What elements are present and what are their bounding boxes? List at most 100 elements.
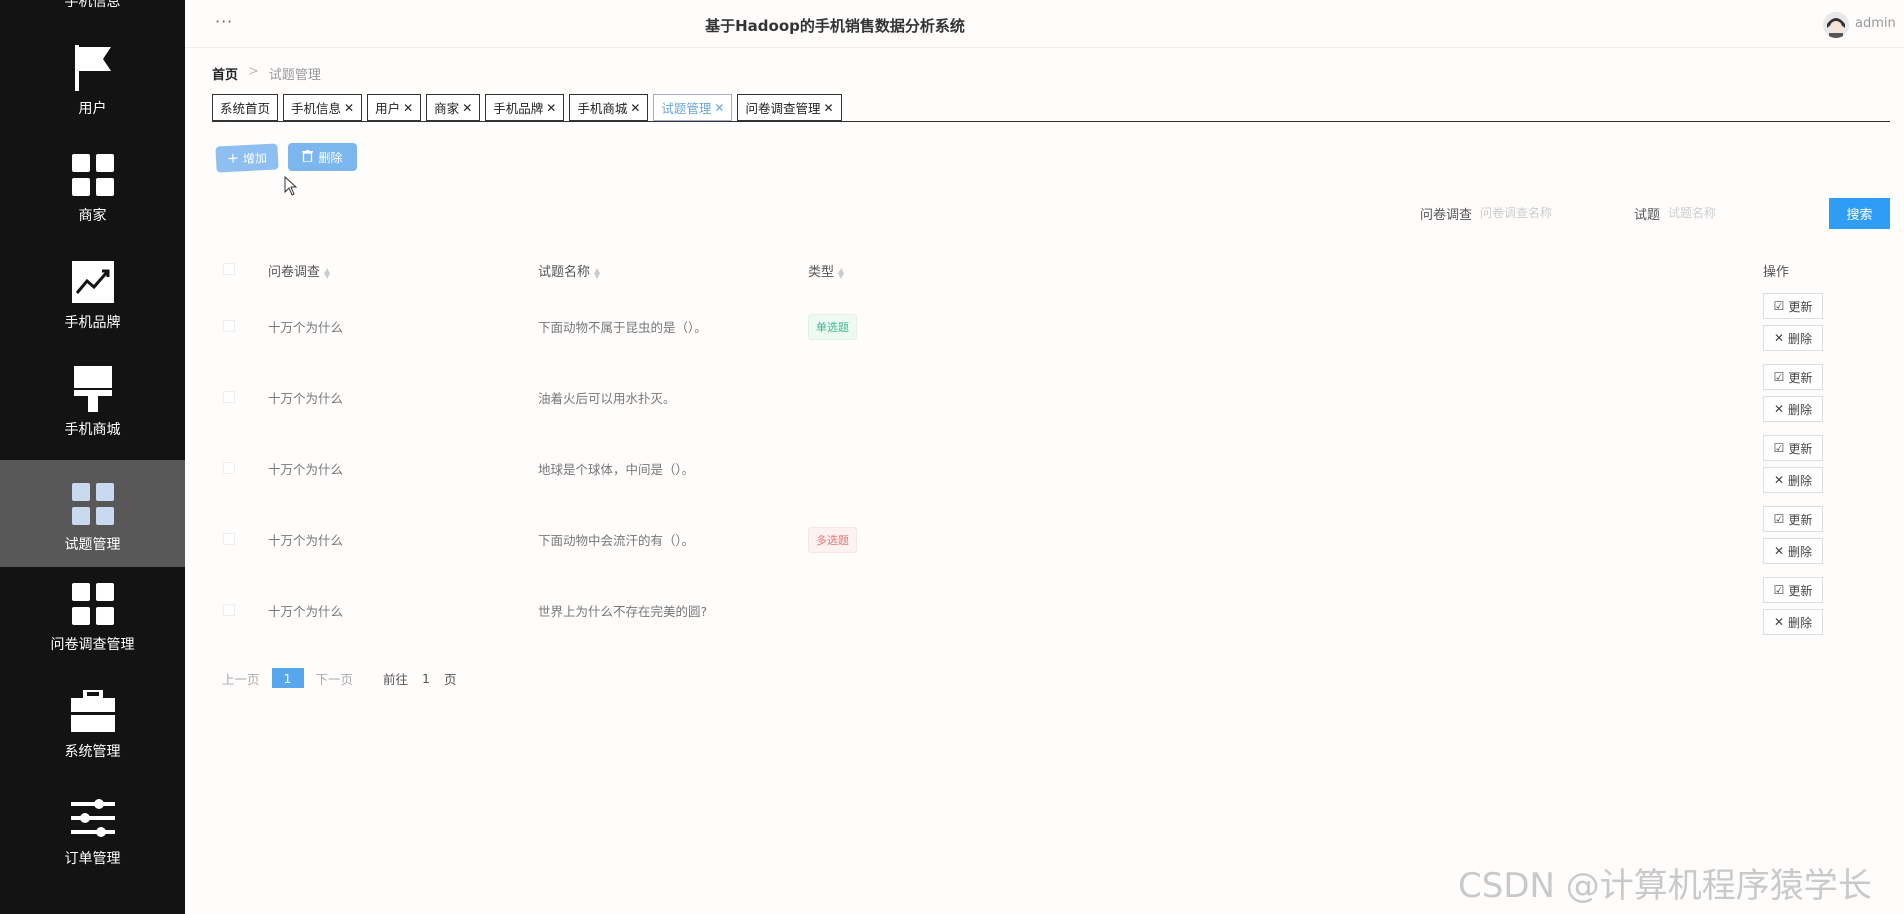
plus-icon: + bbox=[226, 150, 240, 168]
search-button[interactable]: 搜索 bbox=[1829, 198, 1890, 229]
cell-survey: 十万个为什么 bbox=[268, 462, 344, 477]
question-search-input[interactable] bbox=[1668, 198, 1799, 228]
avatar[interactable] bbox=[1823, 12, 1849, 38]
row-checkbox[interactable] bbox=[223, 391, 235, 403]
edit-icon: ☑ bbox=[1773, 370, 1785, 384]
delete-button[interactable]: ✕ 删除 bbox=[1763, 467, 1823, 493]
survey-search-input[interactable] bbox=[1480, 198, 1611, 228]
sidebar-item-merchants[interactable]: 商家 bbox=[0, 131, 185, 238]
close-icon: ✕ bbox=[1773, 331, 1785, 345]
update-button[interactable]: ☑ 更新 bbox=[1763, 577, 1823, 603]
app-title: 基于Hadoop的手机销售数据分析系统 bbox=[705, 17, 965, 35]
row-checkbox[interactable] bbox=[223, 462, 235, 474]
sidebar-item-label: 手机商城 bbox=[64, 422, 121, 438]
update-button[interactable]: ☑ 更新 bbox=[1763, 364, 1823, 390]
add-button[interactable]: + 增加 bbox=[215, 143, 279, 173]
sidebar-item-question-management[interactable]: 试题管理 bbox=[0, 460, 185, 567]
row-checkbox[interactable] bbox=[223, 320, 235, 332]
tab-phone-info[interactable]: 手机信息 ✕ bbox=[283, 94, 363, 121]
tab-phone-brands[interactable]: 手机品牌 ✕ bbox=[485, 94, 565, 121]
sidebar-item-users[interactable]: 用户 bbox=[0, 24, 185, 131]
table-row: 十万个为什么 下面动物不属于昆虫的是（）。 单选题 ☑ 更新 ✕ 删除 bbox=[212, 290, 1890, 361]
column-header-type[interactable]: 类型 ▲ ▼ bbox=[808, 261, 844, 280]
close-icon[interactable]: ✕ bbox=[403, 101, 413, 115]
tab-users[interactable]: 用户 ✕ bbox=[367, 94, 422, 121]
briefcase-icon bbox=[70, 689, 115, 733]
delete-button[interactable]: ✕ 删除 bbox=[1763, 609, 1823, 635]
watermark: CSDN @计算机程序猿学长 bbox=[1458, 866, 1872, 906]
table-row: 十万个为什么 下面动物中会流汗的有（）。 多选题 ☑ 更新 ✕ 删除 bbox=[212, 503, 1890, 574]
question-table: 问卷调查 ▲ ▼ 试题名称 ▲ ▼ 类型 ▲ ▼ 操作 十万个为什么 下面动物不属于昆虫的是… bbox=[212, 248, 1890, 648]
tab-label: 手机商城 bbox=[577, 101, 628, 116]
goto-page-input[interactable]: 1 bbox=[422, 671, 430, 686]
close-icon[interactable]: ✕ bbox=[630, 101, 640, 115]
delete-button[interactable]: ✕ 删除 bbox=[1763, 538, 1823, 564]
cell-question: 油着火后可以用水扑灭。 bbox=[538, 391, 676, 406]
tab-question-management[interactable]: 试题管理 ✕ bbox=[653, 94, 733, 121]
username[interactable]: admin bbox=[1855, 16, 1896, 31]
tab-bar: 系统首页 手机信息 ✕ 用户 ✕ 商家 ✕ 手机品牌 ✕ 手机商城 ✕ 试题管理 ✕ 问卷调… bbox=[212, 94, 1890, 122]
page-number-current[interactable]: 1 bbox=[271, 668, 304, 688]
update-button[interactable]: ☑ 更新 bbox=[1763, 506, 1823, 532]
close-icon: ✕ bbox=[1773, 402, 1785, 416]
breadcrumb-home[interactable]: 首页 bbox=[212, 64, 238, 83]
column-header-survey[interactable]: 问卷调查 ▲ ▼ bbox=[268, 261, 330, 280]
prev-page-button[interactable]: 上一页 bbox=[222, 669, 260, 688]
table-row: 十万个为什么 地球是个球体，中间是（）。 ☑ 更新 ✕ 删除 bbox=[212, 432, 1890, 503]
close-icon[interactable]: ✕ bbox=[546, 101, 556, 115]
sidebar-item-system-management[interactable]: 系统管理 bbox=[0, 667, 185, 774]
sidebar-item-phone-brands[interactable]: 手机品牌 bbox=[0, 238, 185, 345]
batch-delete-button[interactable]: 删除 bbox=[288, 143, 357, 171]
question-search-label: 试题 bbox=[1634, 207, 1661, 223]
survey-search-label: 问卷调查 bbox=[1420, 207, 1473, 223]
page-unit-label: 页 bbox=[444, 671, 457, 687]
cell-survey: 十万个为什么 bbox=[268, 533, 344, 548]
tab-label: 手机信息 bbox=[291, 101, 342, 116]
row-checkbox[interactable] bbox=[223, 604, 235, 616]
tab-home[interactable]: 系统首页 bbox=[212, 94, 279, 121]
delete-button[interactable]: ✕ 删除 bbox=[1763, 325, 1823, 351]
breadcrumb: 首页 > 试题管理 bbox=[212, 64, 321, 83]
cell-question: 地球是个球体，中间是（）。 bbox=[538, 462, 695, 477]
type-tag: 多选题 bbox=[808, 527, 857, 553]
row-checkbox[interactable] bbox=[223, 533, 235, 545]
tab-label: 商家 bbox=[434, 101, 460, 116]
sidebar-item-partial-label[interactable]: 手机信息 bbox=[0, 0, 185, 14]
select-all-checkbox[interactable] bbox=[223, 263, 235, 275]
sliders-icon bbox=[70, 796, 115, 840]
search-bar: 问卷调查 试题 bbox=[1420, 198, 1822, 228]
cell-question: 下面动物中会流汗的有（）。 bbox=[538, 533, 695, 548]
update-button[interactable]: ☑ 更新 bbox=[1763, 435, 1823, 461]
close-icon[interactable]: ✕ bbox=[714, 101, 724, 115]
grid-icon bbox=[71, 582, 115, 626]
next-page-button[interactable]: 下一页 bbox=[316, 669, 354, 688]
close-icon[interactable]: ✕ bbox=[824, 101, 834, 115]
sort-icon[interactable]: ▲ ▼ bbox=[838, 266, 844, 279]
top-header: ··· 基于Hadoop的手机销售数据分析系统 admin bbox=[185, 0, 1904, 48]
tab-label: 问卷调查管理 bbox=[745, 101, 821, 116]
sort-icon[interactable]: ▲ ▼ bbox=[594, 266, 600, 279]
tab-merchants[interactable]: 商家 ✕ bbox=[426, 94, 481, 121]
sidebar-item-phone-mall[interactable]: 手机商城 bbox=[0, 345, 185, 452]
sidebar: 手机信息 用户 商家 手机品牌 手机商城 试题管理 问卷调查管理 系统管理 订单… bbox=[0, 0, 185, 914]
tab-survey-management[interactable]: 问卷调查管理 ✕ bbox=[737, 94, 842, 121]
table-row: 十万个为什么 油着火后可以用水扑灭。 ☑ 更新 ✕ 删除 bbox=[212, 361, 1890, 432]
column-header-question[interactable]: 试题名称 ▲ ▼ bbox=[538, 261, 600, 280]
breadcrumb-current: 试题管理 bbox=[268, 68, 321, 83]
sidebar-item-label: 用户 bbox=[78, 101, 107, 117]
sidebar-item-survey-management[interactable]: 问卷调查管理 bbox=[0, 560, 185, 667]
close-icon[interactable]: ✕ bbox=[462, 101, 472, 115]
sidebar-item-label: 系统管理 bbox=[64, 744, 121, 760]
delete-button[interactable]: ✕ 删除 bbox=[1763, 396, 1823, 422]
tab-phone-mall[interactable]: 手机商城 ✕ bbox=[569, 94, 649, 121]
trash-icon bbox=[302, 149, 314, 165]
sidebar-item-order-management[interactable]: 订单管理 bbox=[0, 774, 185, 881]
close-icon: ✕ bbox=[1773, 473, 1785, 487]
flag-icon bbox=[71, 45, 115, 91]
close-icon[interactable]: ✕ bbox=[344, 101, 354, 115]
tab-label: 试题管理 bbox=[661, 101, 712, 116]
sidebar-item-label: 问卷调查管理 bbox=[50, 637, 135, 653]
update-button[interactable]: ☑ 更新 bbox=[1763, 293, 1823, 319]
delete-button-label: 删除 bbox=[318, 150, 343, 165]
sort-icon[interactable]: ▲ ▼ bbox=[324, 266, 330, 279]
